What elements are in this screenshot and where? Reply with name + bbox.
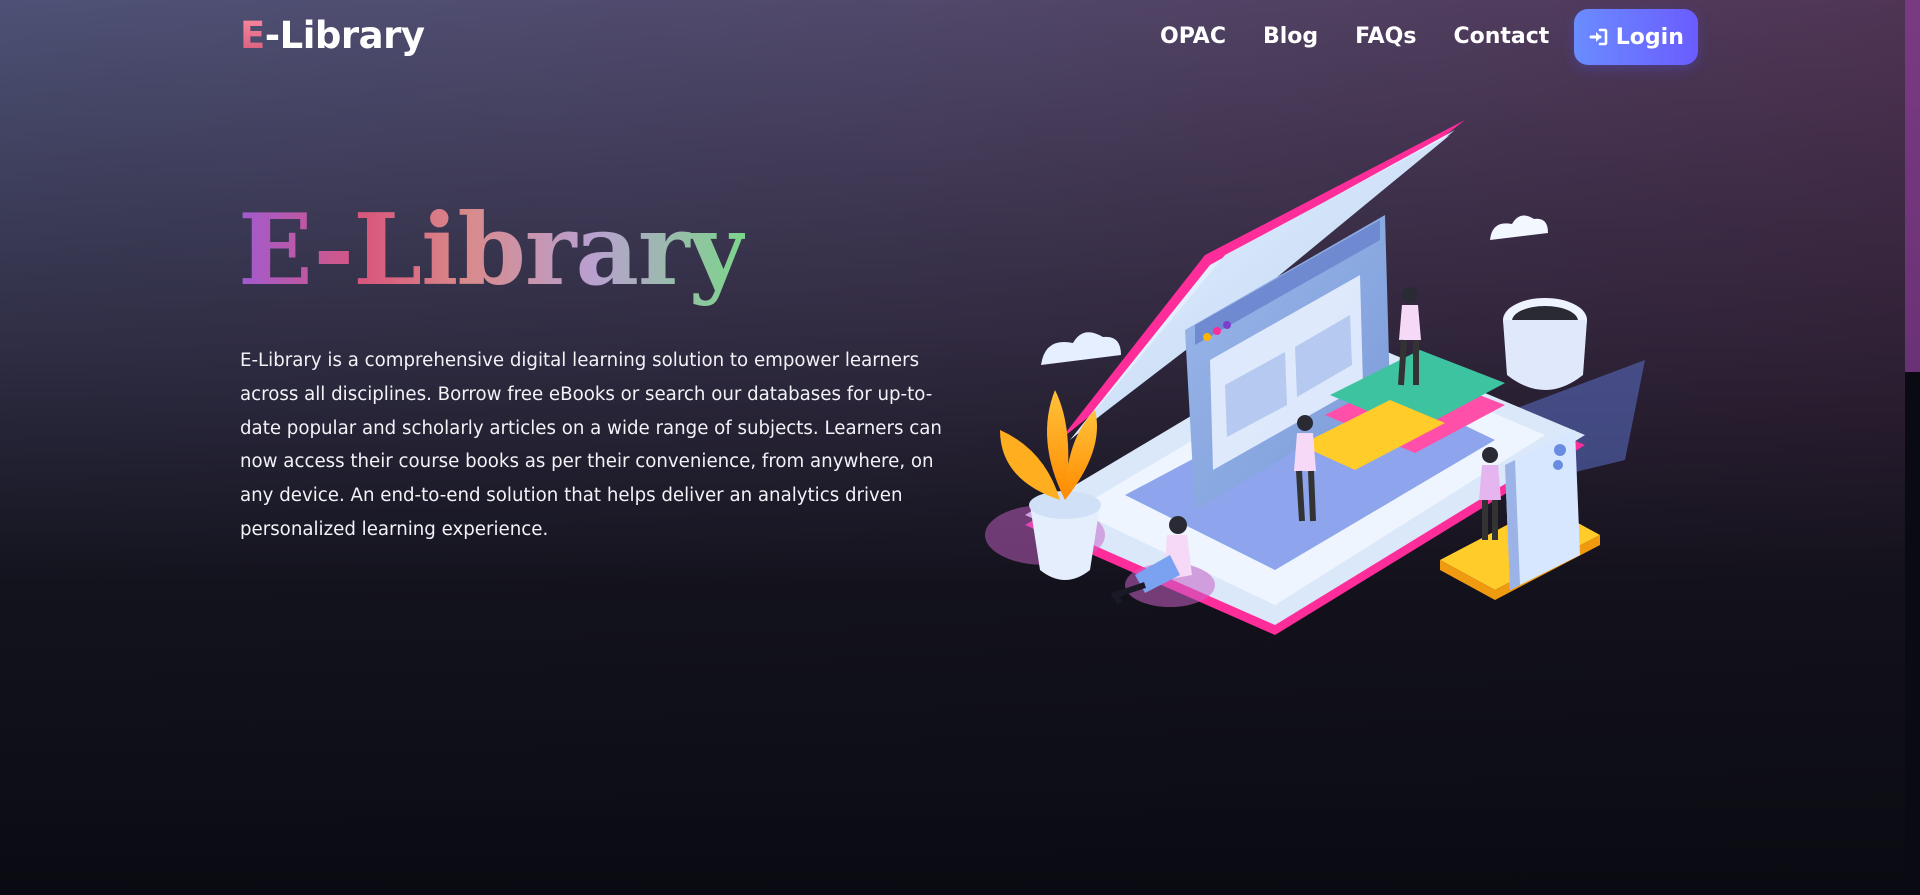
nav-link-blog[interactable]: Blog [1263,10,1318,64]
hero-title: E-Library [238,193,746,308]
scrollbar-thumb[interactable] [1905,0,1920,372]
hero-description: E-Library is a comprehensive digital lea… [240,350,942,540]
library-illustration [985,120,1645,635]
main-nav: OPAC Blog FAQs Contact Login [1140,9,1699,65]
site-header: E-Library OPAC Blog FAQs Contact Login [0,0,1905,72]
sign-in-icon [1589,28,1608,46]
logo-text: -Library [264,14,425,57]
nav-link-opac[interactable]: OPAC [1160,10,1226,64]
logo-initial: E [240,14,265,57]
site-logo[interactable]: E-Library [240,14,425,57]
nav-link-faqs[interactable]: FAQs [1355,10,1416,64]
nav-link-contact[interactable]: Contact [1453,10,1549,64]
login-button[interactable]: Login [1574,9,1699,65]
scrollbar-track[interactable] [1905,0,1920,895]
login-label: Login [1615,24,1684,50]
